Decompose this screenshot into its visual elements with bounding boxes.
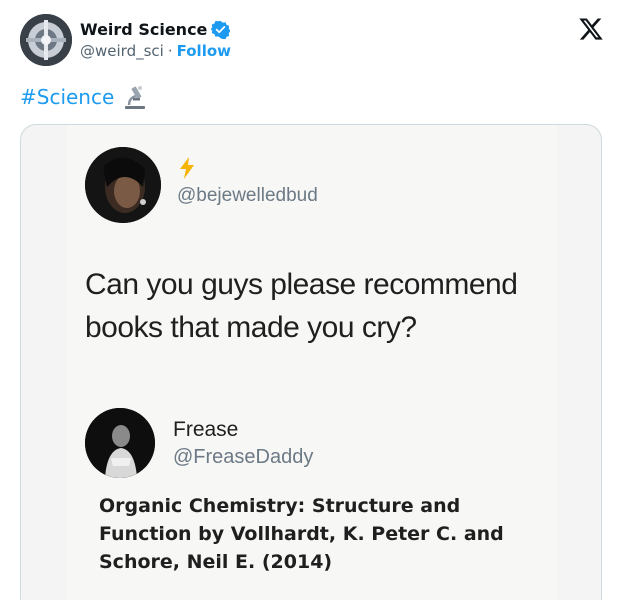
tweet-header: Weird Science @weird_sci · Follow [20,14,610,70]
question-text: Can you guys please recommend books that… [85,268,518,344]
reply-author-avatar [85,408,155,478]
question-author-avatar [85,147,161,223]
embedded-tweet-screenshot: @bejewelledbud Can you guys please recom… [67,125,557,600]
separator: · [167,42,173,60]
verified-badge-icon [210,20,231,40]
reply-text: Organic Chemistry: Structure and Functio… [99,495,504,573]
x-logo-icon[interactable] [578,16,604,42]
author-handle[interactable]: @weird_sci [80,42,164,60]
microscope-icon [122,84,148,110]
lightning-icon [177,157,197,179]
media-card[interactable]: @bejewelledbud Can you guys please recom… [20,124,602,600]
reply-author-name: Frease [173,418,239,441]
reply-author-handle: @FreaseDaddy [173,446,314,468]
hashtag-link[interactable]: #Science [20,85,114,109]
follow-button[interactable]: Follow [177,42,231,60]
question-author-handle: @bejewelledbud [177,185,318,206]
author-avatar[interactable] [20,14,72,66]
author-display-name[interactable]: Weird Science [80,20,207,39]
tweet-text: #Science [20,84,148,110]
